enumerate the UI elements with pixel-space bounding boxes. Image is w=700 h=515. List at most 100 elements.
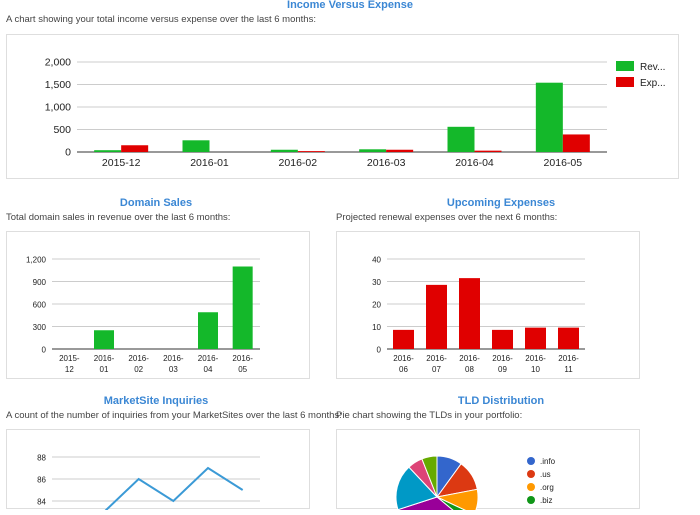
y-tick-label: 1,500 bbox=[45, 79, 71, 91]
inquiries-chart: 84 86 88 bbox=[37, 454, 260, 515]
x-tick-label: 2016- bbox=[128, 354, 149, 363]
bar bbox=[297, 151, 325, 152]
legend-swatch bbox=[616, 61, 634, 71]
x-tick-label: 2016- bbox=[525, 354, 546, 363]
x-tick-label: 06 bbox=[399, 365, 408, 374]
x-tick-label: 2016-01 bbox=[190, 157, 229, 169]
bar bbox=[393, 329, 414, 349]
legend-label: Rev... bbox=[640, 62, 665, 73]
inquiries-panel: 84 86 88 bbox=[6, 429, 310, 515]
x-tick-label: 04 bbox=[204, 365, 213, 374]
bar bbox=[535, 82, 563, 152]
bar bbox=[232, 266, 253, 349]
y-tick-label: 10 bbox=[372, 323, 381, 332]
y-tick-label: 20 bbox=[372, 301, 381, 310]
x-tick-label: 2016- bbox=[393, 354, 414, 363]
x-tick-label: 2016- bbox=[459, 354, 480, 363]
upcoming-expenses-title: Upcoming Expenses bbox=[446, 197, 556, 209]
bar bbox=[198, 312, 218, 349]
y-tick-label: 1,200 bbox=[26, 256, 47, 265]
x-tick-label: 2016- bbox=[94, 354, 115, 363]
legend-label: .us bbox=[540, 470, 551, 479]
x-tick-label: 2016- bbox=[198, 354, 219, 363]
x-tick-label: 03 bbox=[169, 365, 178, 374]
income-chart: 0 500 1,000 1,500 2,000 2015-12 2016-01 2016-02… bbox=[45, 57, 666, 170]
x-tick-label: 2016- bbox=[232, 354, 253, 363]
bar bbox=[182, 140, 210, 152]
y-tick-label: 1,000 bbox=[45, 102, 71, 114]
y-tick-label: 2,000 bbox=[45, 57, 71, 69]
x-tick-label: 11 bbox=[564, 365, 573, 374]
x-tick-label: 12 bbox=[65, 365, 74, 374]
y-tick-label: 0 bbox=[42, 346, 47, 355]
legend-dot bbox=[527, 483, 535, 491]
domain-sales-panel: 0 300 600 900 1,200 2015- 12 2016- 01 2016- 02 2016… bbox=[6, 231, 310, 379]
y-tick-label: 300 bbox=[33, 323, 47, 332]
y-tick-label: 0 bbox=[65, 147, 71, 159]
x-tick-label: 2016-05 bbox=[544, 157, 583, 169]
bar bbox=[562, 134, 590, 152]
x-tick-label: 2016- bbox=[558, 354, 579, 363]
bar bbox=[426, 284, 447, 349]
bar bbox=[474, 150, 502, 152]
y-tick-label: 86 bbox=[37, 476, 46, 485]
legend-label: .org bbox=[540, 483, 554, 492]
y-tick-label: 30 bbox=[372, 278, 381, 287]
x-tick-label: 01 bbox=[100, 365, 109, 374]
income-chart-panel: 0 500 1,000 1,500 2,000 2015-12 2016-01 2016-02… bbox=[6, 34, 679, 179]
bar bbox=[525, 327, 546, 349]
x-tick-label: 07 bbox=[432, 365, 441, 374]
income-chart-description: A chart showing your total income versus… bbox=[6, 14, 316, 25]
income-chart-title: Income Versus Expense bbox=[287, 0, 413, 11]
bar bbox=[492, 329, 513, 349]
y-tick-label: 900 bbox=[33, 278, 47, 287]
tld-description: Pie chart showing the TLDs in your portf… bbox=[336, 410, 523, 421]
x-tick-label: 2015-12 bbox=[102, 157, 141, 169]
inquiries-title: MarketSite Inquiries bbox=[103, 395, 209, 407]
x-tick-label: 10 bbox=[531, 365, 540, 374]
legend-dot bbox=[527, 496, 535, 504]
bar bbox=[459, 278, 480, 349]
x-tick-label: 05 bbox=[238, 365, 247, 374]
x-tick-label: 2016-04 bbox=[455, 157, 494, 169]
tld-chart: .info .us .org .biz bbox=[395, 455, 556, 515]
inquiries-line bbox=[91, 466, 244, 515]
bar bbox=[270, 149, 298, 152]
y-tick-label: 88 bbox=[37, 454, 46, 463]
x-tick-label: 2016-02 bbox=[279, 157, 318, 169]
legend-label: .biz bbox=[540, 496, 552, 505]
bar bbox=[386, 149, 414, 152]
y-tick-label: 84 bbox=[37, 498, 46, 507]
bar bbox=[121, 145, 149, 152]
domain-sales-title: Domain Sales bbox=[119, 197, 193, 209]
legend-dot bbox=[527, 470, 535, 478]
y-tick-label: 0 bbox=[377, 346, 382, 355]
x-tick-label: 2016- bbox=[426, 354, 447, 363]
x-tick-label: 02 bbox=[134, 365, 143, 374]
domain-sales-chart: 0 300 600 900 1,200 2015- 12 2016- 01 2016- 02 2016… bbox=[26, 256, 260, 374]
bar bbox=[447, 126, 475, 152]
legend-dot bbox=[527, 457, 535, 465]
legend-label: Exp... bbox=[640, 78, 666, 89]
tld-panel: .info .us .org .biz bbox=[336, 429, 640, 515]
y-tick-label: 600 bbox=[33, 301, 47, 310]
x-tick-label: 2015- bbox=[59, 354, 80, 363]
x-tick-label: 09 bbox=[498, 365, 507, 374]
legend-swatch bbox=[616, 77, 634, 87]
x-tick-label: 2016- bbox=[163, 354, 184, 363]
x-tick-label: 2016- bbox=[492, 354, 513, 363]
x-tick-label: 2016-03 bbox=[367, 157, 406, 169]
legend-label: .info bbox=[540, 457, 556, 466]
domain-sales-description: Total domain sales in revenue over the l… bbox=[6, 212, 231, 223]
upcoming-expenses-chart: 0 10 20 30 40 2016- 06 2016- 07 2016- 08 2016- 09 201… bbox=[372, 256, 585, 374]
y-tick-label: 500 bbox=[53, 124, 71, 136]
upcoming-expenses-panel: 0 10 20 30 40 2016- 06 2016- 07 2016- 08 2016- 09 201… bbox=[336, 231, 640, 379]
bar bbox=[94, 330, 114, 349]
x-tick-label: 08 bbox=[465, 365, 474, 374]
y-tick-label: 40 bbox=[372, 256, 381, 265]
upcoming-expenses-description: Projected renewal expenses over the next… bbox=[336, 212, 558, 223]
tld-title: TLD Distribution bbox=[457, 395, 545, 407]
inquiries-description: A count of the number of inquiries from … bbox=[6, 410, 342, 421]
bar bbox=[558, 327, 579, 349]
bar bbox=[94, 150, 122, 152]
